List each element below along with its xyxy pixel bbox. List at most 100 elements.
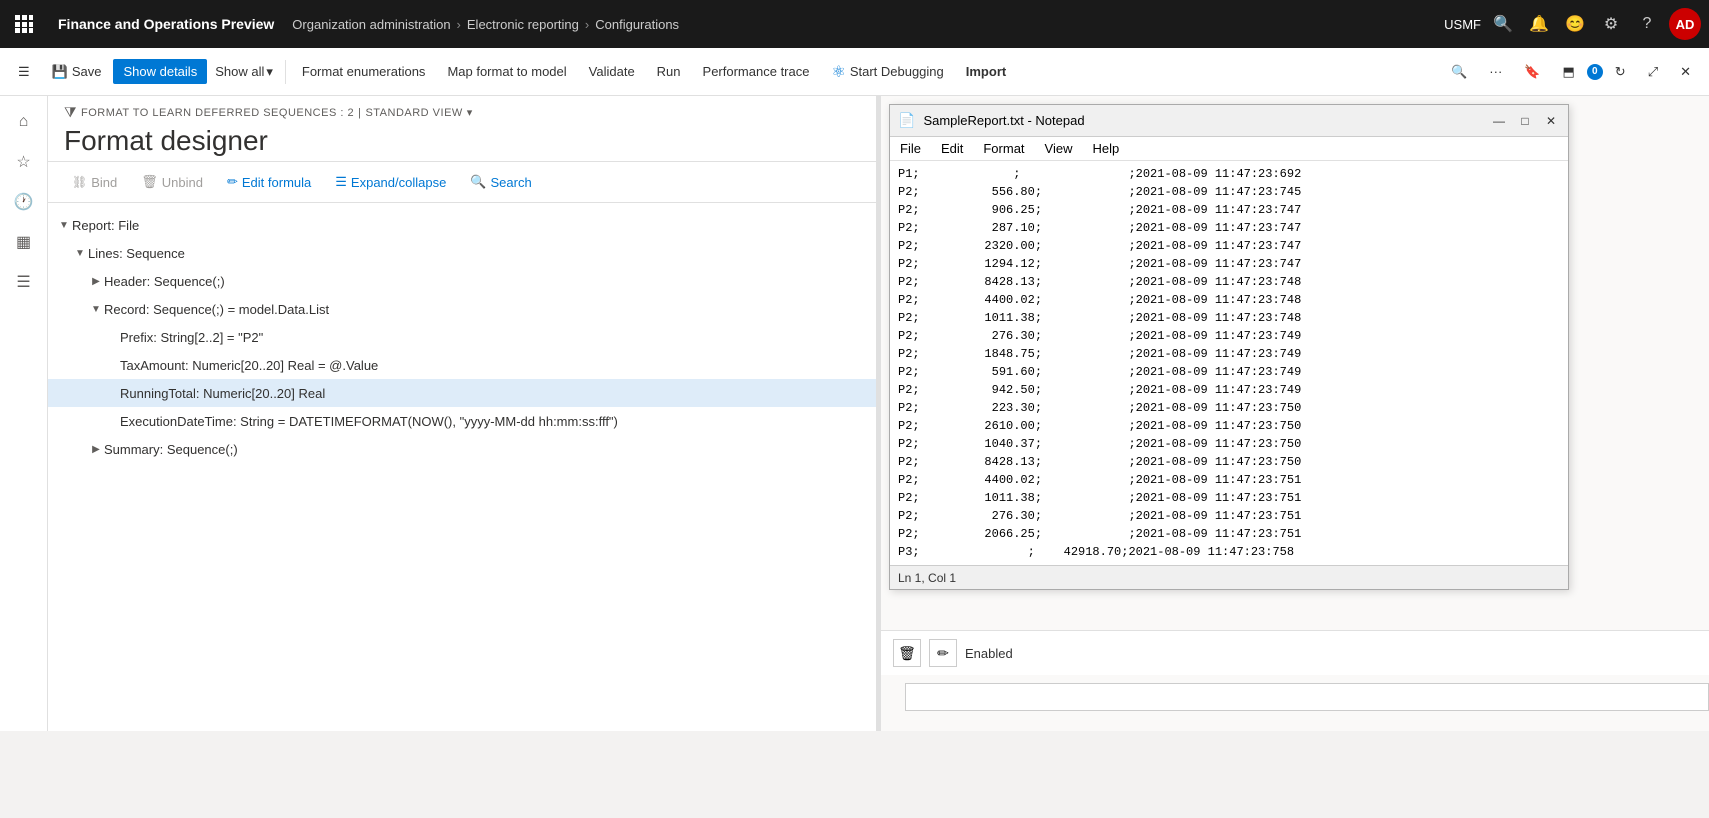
external-link-icon[interactable]: ⤢ xyxy=(1638,59,1668,85)
expand-icon: ▶ xyxy=(88,273,104,289)
separator-1 xyxy=(285,60,286,84)
user-icon[interactable]: 😊 xyxy=(1561,10,1589,38)
tree-item-executiondatetime[interactable]: ExecutionDateTime: String = DATETIMEFORM… xyxy=(48,407,876,435)
edit-icon: ✏ xyxy=(227,174,238,190)
notepad-content[interactable]: P1; ; ;2021-08-09 11:47:23:692 P2; 556.8… xyxy=(890,161,1568,565)
format-designer-header: ⧩ FORMAT TO LEARN DEFERRED SEQUENCES : 2… xyxy=(48,96,876,162)
tree-item-runningtotal[interactable]: RunningTotal: Numeric[20..20] Real xyxy=(48,379,876,407)
tree-item-lines[interactable]: ▼ Lines: Sequence xyxy=(48,239,876,267)
open-new-tab-icon[interactable]: ⬒ xyxy=(1552,59,1584,85)
breadcrumb-item-org[interactable]: Organization administration xyxy=(292,17,450,32)
expand-collapse-button[interactable]: ☰ Expand/collapse xyxy=(327,170,454,194)
expand-icon: ▶ xyxy=(88,441,104,457)
save-button[interactable]: 💾 Save xyxy=(42,59,112,85)
enabled-input-container xyxy=(881,675,1709,731)
tree-item-report[interactable]: ▼ Report: File xyxy=(48,211,876,239)
notifications-icon[interactable]: 🔔 xyxy=(1525,10,1553,38)
notepad-minimize-button[interactable]: — xyxy=(1490,112,1508,130)
start-debugging-button[interactable]: ⚛ Start Debugging xyxy=(821,57,953,87)
settings-icon[interactable]: ⚙ xyxy=(1597,10,1625,38)
search-formula-button[interactable]: 🔍 Search xyxy=(462,170,539,194)
formula-toolbar: ⛓ Bind 🗑 Unbind ✏ Edit formula ☰ Expand/… xyxy=(48,162,876,203)
unbind-button[interactable]: 🗑 Unbind xyxy=(133,170,211,194)
view-chevron-icon[interactable]: ▾ xyxy=(467,106,473,119)
collapse-icon: ▼ xyxy=(56,217,72,233)
notepad-close-button[interactable]: ✕ xyxy=(1542,112,1560,130)
nav-clock-icon[interactable]: 🕐 xyxy=(6,184,42,220)
breadcrumb-chevron-1: › xyxy=(457,17,461,32)
breadcrumb: Organization administration › Electronic… xyxy=(292,17,1438,32)
edit-property-button[interactable]: ✏ xyxy=(929,639,957,667)
delete-property-button[interactable]: 🗑 xyxy=(893,639,921,667)
bind-icon: ⛓ xyxy=(72,175,87,189)
collapse-icon: ▼ xyxy=(72,245,88,261)
notepad-menu-format[interactable]: Format xyxy=(973,139,1034,158)
edit-formula-button[interactable]: ✏ Edit formula xyxy=(219,170,319,194)
avatar[interactable]: AD xyxy=(1669,8,1701,40)
org-label: USMF xyxy=(1444,17,1481,32)
save-icon: 💾 xyxy=(52,64,68,80)
format-designer-title: Format designer xyxy=(64,125,860,157)
notepad-menu-help[interactable]: Help xyxy=(1082,139,1129,158)
notepad-menu-view[interactable]: View xyxy=(1035,139,1083,158)
right-panel: 📄 SampleReport.txt - Notepad — □ ✕ File … xyxy=(881,96,1709,731)
nav-list-icon[interactable]: ☰ xyxy=(6,264,42,300)
unbind-icon: 🗑 xyxy=(141,174,158,190)
tree-item-prefix[interactable]: Prefix: String[2..2] = "P2" xyxy=(48,323,876,351)
chevron-down-icon: ▾ xyxy=(266,64,273,80)
top-nav-right-icons: USMF 🔍 🔔 😊 ⚙ ? AD xyxy=(1444,8,1701,40)
hamburger-icon: ☰ xyxy=(18,64,30,80)
notepad-icon: 📄 xyxy=(898,112,915,129)
app-grid-icon[interactable] xyxy=(8,8,40,40)
nav-star-icon[interactable]: ☆ xyxy=(6,144,42,180)
notepad-restore-button[interactable]: □ xyxy=(1516,112,1534,130)
bookmark-icon[interactable]: 🔖 xyxy=(1514,59,1550,85)
app-title: Finance and Operations Preview xyxy=(46,16,286,32)
search-icon[interactable]: 🔍 xyxy=(1489,10,1517,38)
hamburger-button[interactable]: ☰ xyxy=(8,59,40,85)
show-details-button[interactable]: Show details xyxy=(113,59,207,84)
collapse-icon: ▼ xyxy=(88,301,104,317)
delete-icon: 🗑 xyxy=(898,645,916,662)
notepad-menu-file[interactable]: File xyxy=(890,139,931,158)
notepad-window: 📄 SampleReport.txt - Notepad — □ ✕ File … xyxy=(889,104,1569,590)
notification-badge: 0 xyxy=(1587,64,1603,80)
property-footer: 🗑 ✏ Enabled xyxy=(881,630,1709,675)
run-button[interactable]: Run xyxy=(647,59,691,84)
validate-button[interactable]: Validate xyxy=(579,59,645,84)
properties-area xyxy=(881,598,1709,630)
edit-icon: ✏ xyxy=(937,645,949,662)
bind-button[interactable]: ⛓ Bind xyxy=(64,171,125,194)
main-content: ⌂ ☆ 🕐 ▦ ☰ ⧩ FORMAT TO LEARN DEFERRED SEQ… xyxy=(0,96,1709,731)
expand-icon: ☰ xyxy=(335,174,347,190)
enabled-label: Enabled xyxy=(965,646,1013,661)
refresh-icon[interactable]: ↻ xyxy=(1605,59,1636,85)
tree-item-summary[interactable]: ▶ Summary: Sequence(;) xyxy=(48,435,876,463)
nav-calendar-icon[interactable]: ▦ xyxy=(6,224,42,260)
tree-item-taxamount[interactable]: TaxAmount: Numeric[20..20] Real = @.Valu… xyxy=(48,351,876,379)
breadcrumb-item-config[interactable]: Configurations xyxy=(595,17,679,32)
notepad-statusbar: Ln 1, Col 1 xyxy=(890,565,1568,589)
more-options-button[interactable]: ··· xyxy=(1479,59,1512,84)
import-button[interactable]: Import xyxy=(956,59,1016,84)
help-icon[interactable]: ? xyxy=(1633,10,1661,38)
breadcrumb-item-er[interactable]: Electronic reporting xyxy=(467,17,579,32)
search-icon: 🔍 xyxy=(470,174,486,190)
map-format-button[interactable]: Map format to model xyxy=(437,59,576,84)
notepad-title: SampleReport.txt - Notepad xyxy=(923,113,1482,128)
format-enumerations-button[interactable]: Format enumerations xyxy=(292,59,436,84)
side-nav: ⌂ ☆ 🕐 ▦ ☰ xyxy=(0,96,48,731)
top-nav-bar: Finance and Operations Preview Organizat… xyxy=(0,0,1709,48)
nav-home-icon[interactable]: ⌂ xyxy=(6,104,42,140)
search-toolbar-button[interactable]: 🔍 xyxy=(1441,59,1477,85)
tree-item-header[interactable]: ▶ Header: Sequence(;) xyxy=(48,267,876,295)
tree-item-record[interactable]: ▼ Record: Sequence(;) = model.Data.List xyxy=(48,295,876,323)
filter-icon[interactable]: ⧩ xyxy=(64,104,77,121)
notepad-menubar: File Edit Format View Help xyxy=(890,137,1568,161)
enabled-input[interactable] xyxy=(905,683,1709,711)
notepad-menu-edit[interactable]: Edit xyxy=(931,139,973,158)
tree-view: ▼ Report: File ▼ Lines: Sequence ▶ Heade… xyxy=(48,203,876,731)
close-icon[interactable]: ✕ xyxy=(1670,59,1701,85)
show-all-dropdown[interactable]: Show all ▾ xyxy=(209,59,279,85)
performance-trace-button[interactable]: Performance trace xyxy=(693,59,820,84)
